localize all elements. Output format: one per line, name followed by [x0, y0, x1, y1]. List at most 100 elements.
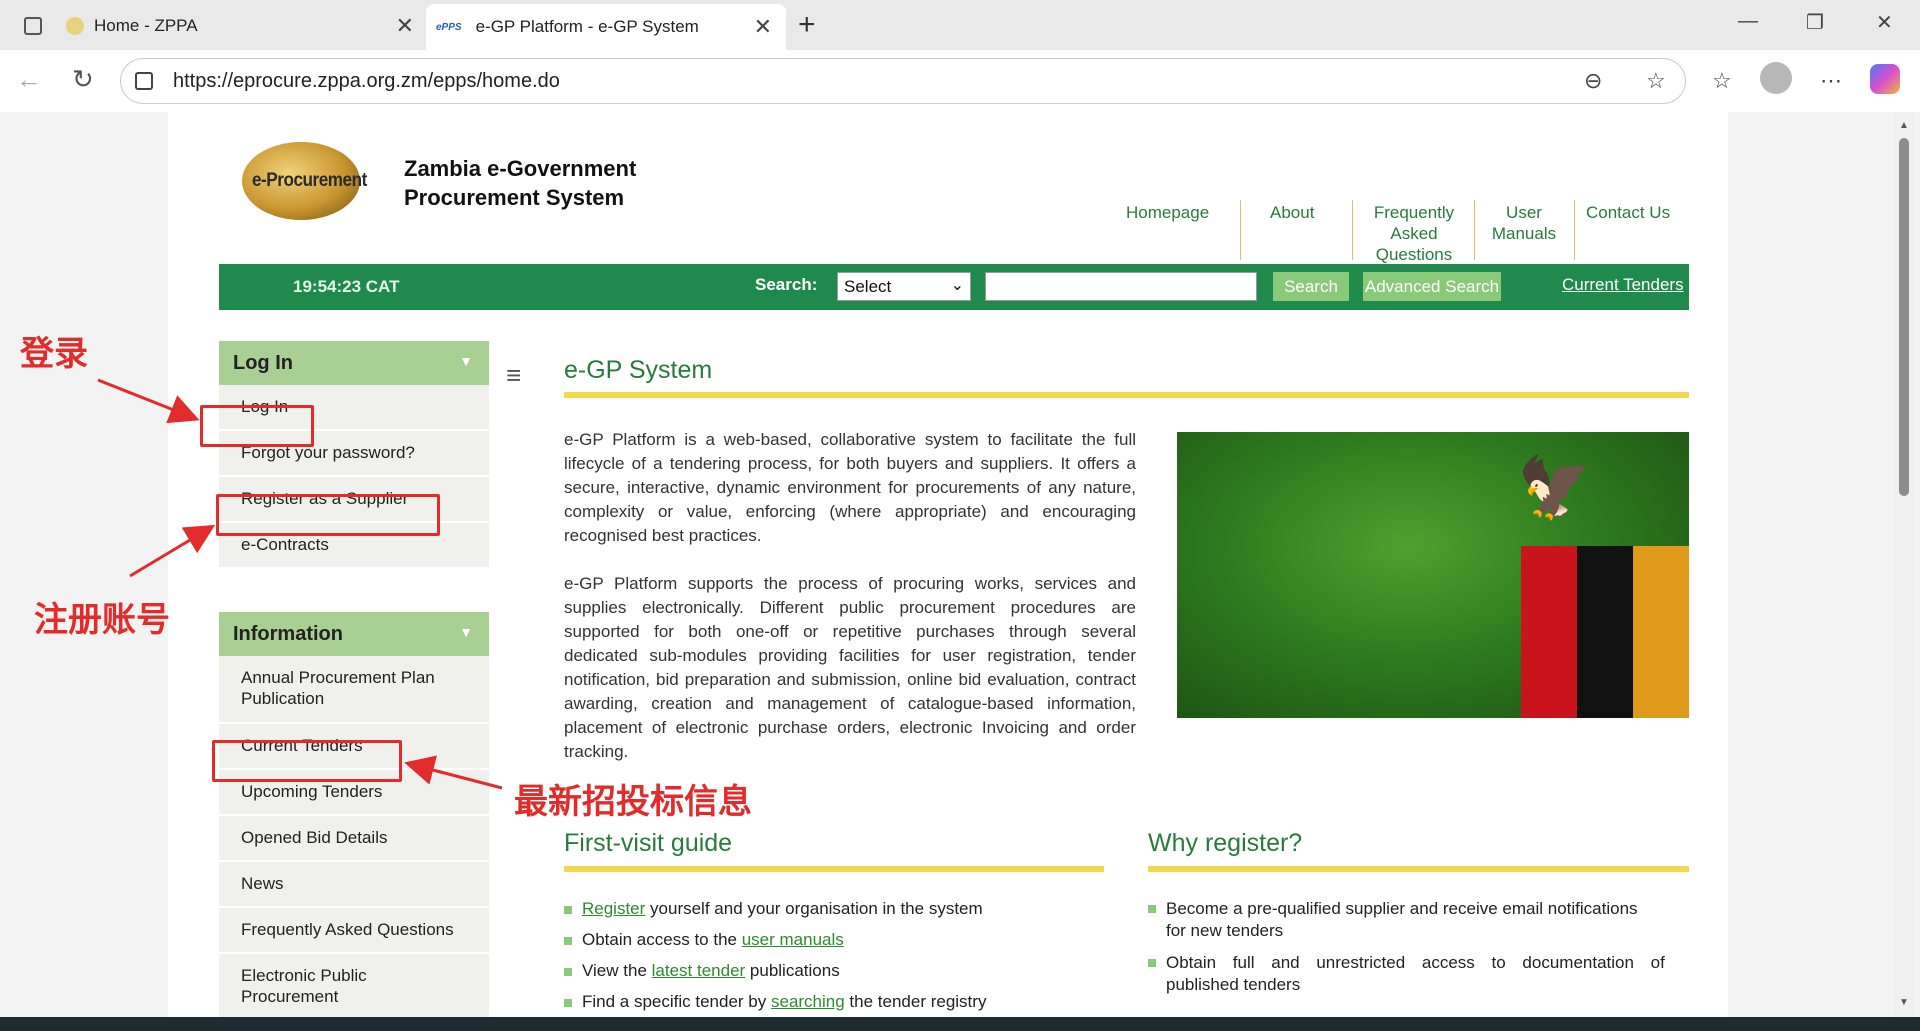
guide-item-manuals: Obtain access to the user manuals [564, 929, 844, 951]
guide-underline [564, 866, 1104, 872]
close-tab-icon[interactable]: ✕ [396, 13, 414, 39]
hamburger-menu-icon[interactable]: ≡ [506, 360, 521, 391]
nav-faq-line-2: Asked [1390, 224, 1438, 243]
nav-manuals-line-2: Manuals [1491, 224, 1557, 243]
bullet-icon [564, 967, 572, 976]
server-clock: 19:54:23 CAT [293, 277, 400, 296]
guide-text: publications [745, 961, 840, 980]
nav-about[interactable]: About [1270, 202, 1314, 223]
guide-text: Obtain access to the [582, 930, 742, 949]
chevron-down-icon: ▼ [459, 353, 473, 369]
search-type-select[interactable]: Select ⌄ [837, 272, 971, 301]
sidebar-item-electronic-public-procurement[interactable]: Electronic Public Procurement [219, 954, 489, 1017]
flag-stripe-orange [1633, 546, 1689, 718]
nav-faq-line-1: Frequently [1373, 203, 1455, 222]
annotation-register: 注册账号 [34, 600, 170, 640]
why-underline [1148, 866, 1689, 872]
login-panel-header[interactable]: Log In ▼ [219, 341, 489, 385]
advanced-search-button[interactable]: Advanced Search [1363, 272, 1501, 301]
eprocurement-logo[interactable]: e-Procurement [242, 142, 367, 220]
why-text: published tenders [1166, 975, 1301, 994]
chevron-down-icon: ⌄ [950, 277, 964, 294]
copilot-icon[interactable] [1870, 64, 1900, 94]
flag-stripe-black [1577, 546, 1633, 718]
searching-link[interactable]: searching [771, 992, 845, 1011]
lock-icon [135, 72, 153, 90]
nav-separator [1574, 200, 1575, 260]
information-panel-title: Information [233, 623, 343, 645]
zppa-favicon-icon [66, 17, 84, 35]
tab-egp-platform[interactable]: ePPS e-GP Platform - e-GP System ✕ [426, 4, 786, 50]
latest-tender-link[interactable]: latest tender [652, 961, 746, 980]
nav-faq-line-3: Questions [1375, 245, 1453, 264]
url-text[interactable]: https://eprocure.zppa.org.zm/epps/home.d… [173, 70, 560, 93]
tab-actions-icon[interactable] [24, 17, 42, 35]
intro-paragraph-1: e-GP Platform is a web-based, collaborat… [564, 430, 1136, 545]
zambia-flag-image: 🦅 [1177, 432, 1689, 718]
page-viewport: e-Procurement Zambia e-Government Procur… [6, 112, 1894, 1017]
epps-favicon-icon: ePPS [436, 21, 462, 33]
sidebar-item-label: Procurement [241, 987, 339, 1006]
brand-line-1: Zambia e-Government [404, 156, 637, 181]
sidebar-item-faq[interactable]: Frequently Asked Questions [219, 908, 489, 954]
nav-separator [1352, 200, 1353, 260]
scroll-up-icon[interactable]: ▲ [1899, 120, 1909, 131]
highlight-current-tenders [212, 740, 402, 782]
tab-title: e-GP Platform - e-GP System [475, 17, 699, 36]
eagle-icon: 🦅 [1517, 454, 1592, 521]
sidebar-item-annual-procurement-plan[interactable]: Annual Procurement Plan Publication [219, 656, 489, 724]
nav-homepage[interactable]: Homepage [1126, 202, 1209, 223]
site-brand: Zambia e-Government Procurement System [404, 154, 636, 212]
flag-stripe-red [1521, 546, 1577, 718]
information-panel-header[interactable]: Information ▼ [219, 612, 489, 656]
sidebar-item-news[interactable]: News [219, 862, 489, 908]
guide-text: Find a specific tender by [582, 992, 771, 1011]
address-bar[interactable]: https://eprocure.zppa.org.zm/epps/home.d… [120, 58, 1686, 104]
select-value: Select [844, 277, 892, 296]
green-toolbar: 19:54:23 CAT Search: Select ⌄ Search Adv… [219, 264, 1689, 310]
why-text: Obtain full and unrestricted access to d… [1166, 953, 1665, 972]
bullet-icon [564, 998, 572, 1007]
sidebar-item-opened-bid-details[interactable]: Opened Bid Details [219, 816, 489, 862]
tab-title: Home - ZPPA [94, 16, 198, 35]
reader-icon[interactable]: ⊖ [1584, 68, 1602, 94]
close-window-icon[interactable]: ✕ [1876, 10, 1893, 35]
close-tab-icon[interactable]: ✕ [754, 14, 772, 40]
scrollbar-thumb[interactable] [1899, 138, 1909, 496]
guide-item-search: Find a specific tender by searching the … [564, 991, 986, 1013]
refresh-icon[interactable]: ↻ [72, 64, 94, 95]
bullet-icon [1148, 905, 1156, 913]
why-item-prequalified: Become a pre-qualified supplier and rece… [1148, 898, 1689, 942]
restore-icon[interactable]: ❐ [1806, 10, 1824, 35]
register-link[interactable]: Register [582, 899, 645, 918]
favorite-star-icon[interactable]: ☆ [1646, 68, 1666, 94]
nav-user-manuals[interactable]: User Manuals [1484, 202, 1564, 244]
guide-text: View the [582, 961, 652, 980]
new-tab-icon[interactable]: + [798, 8, 816, 42]
current-tenders-link[interactable]: Current Tenders [1562, 275, 1684, 295]
scroll-down-icon[interactable]: ▼ [1899, 997, 1909, 1008]
user-manuals-link[interactable]: user manuals [742, 930, 844, 949]
bullet-icon [1148, 959, 1156, 967]
annotation-tenders: 最新招投标信息 [514, 782, 752, 822]
profile-avatar-icon[interactable] [1760, 62, 1792, 94]
sidebar-item-label: Electronic Public [241, 966, 367, 985]
nav-faq[interactable]: Frequently Asked Questions [1364, 202, 1464, 265]
favorites-icon[interactable]: ☆ [1712, 68, 1732, 94]
guide-item-latest-tender: View the latest tender publications [564, 960, 840, 982]
page-scrollbar[interactable]: ▲ ▼ [1894, 112, 1914, 1017]
minimize-icon[interactable]: — [1738, 10, 1758, 33]
search-button[interactable]: Search [1273, 272, 1349, 301]
back-icon[interactable]: ← [16, 64, 42, 95]
brand-line-2: Procurement System [404, 185, 625, 210]
highlight-login [200, 405, 314, 447]
nav-contact-us[interactable]: Contact Us [1586, 202, 1670, 223]
highlight-register-supplier [216, 494, 440, 536]
why-item-documentation: Obtain full and unrestricted access to d… [1148, 952, 1689, 996]
search-input[interactable] [985, 272, 1257, 301]
tab-home-zppa[interactable]: Home - ZPPA ✕ [8, 6, 428, 46]
logo-text: e-Procurement [252, 170, 367, 191]
sidebar-item-label: Publication [241, 689, 325, 708]
more-menu-icon[interactable]: ⋯ [1820, 68, 1842, 94]
login-panel-title: Log In [233, 352, 293, 374]
